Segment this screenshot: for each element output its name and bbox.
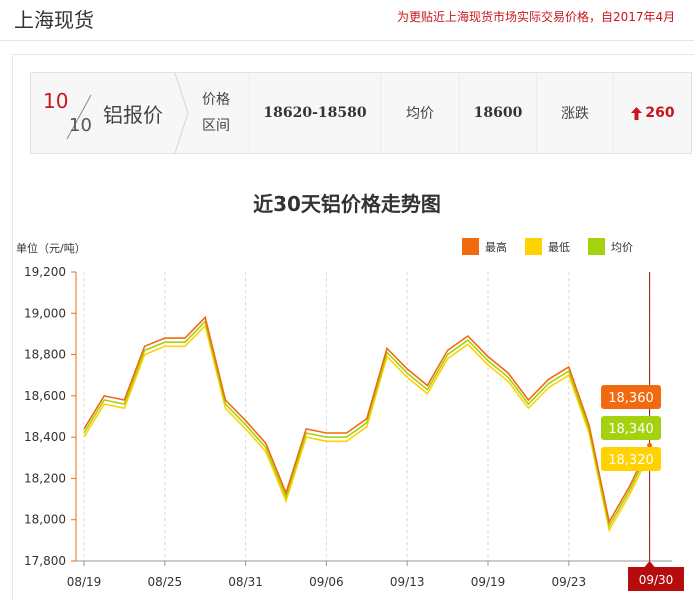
x-tick-label: 09/19 [471, 575, 506, 589]
x-tick-label: 09/23 [552, 575, 587, 589]
y-tick-label: 19,200 [24, 265, 66, 279]
tooltip-value-low: 18,320 [608, 453, 654, 468]
y-tick-label: 18,400 [24, 430, 66, 444]
tooltip-date-pointer [644, 561, 655, 567]
series-line-high[interactable] [83, 315, 651, 525]
series-line-low[interactable] [83, 324, 651, 533]
y-tick-label: 18,600 [24, 389, 66, 403]
price-trend-chart[interactable]: 19,200 19,000 18,800 18,600 18,400 18,200 18,0… [0, 0, 694, 598]
x-tick-label: 09/06 [309, 575, 344, 589]
y-tick-label: 19,000 [24, 306, 66, 320]
y-tick-label: 17,800 [24, 554, 66, 568]
y-tick-label: 18,200 [24, 471, 66, 485]
x-tick-label: 08/19 [67, 575, 102, 589]
y-tick-label: 18,800 [24, 348, 66, 362]
x-tick-label: 08/25 [148, 575, 183, 589]
x-tick-label: 08/31 [228, 575, 263, 589]
y-tick-label: 18,000 [24, 513, 66, 527]
series-line-avg[interactable] [83, 319, 651, 529]
tooltip-value-avg: 18,340 [608, 422, 654, 437]
tooltip-value-high: 18,360 [608, 391, 654, 406]
x-tick-label: 09/13 [390, 575, 425, 589]
tooltip-date-label: 09/30 [639, 573, 674, 587]
